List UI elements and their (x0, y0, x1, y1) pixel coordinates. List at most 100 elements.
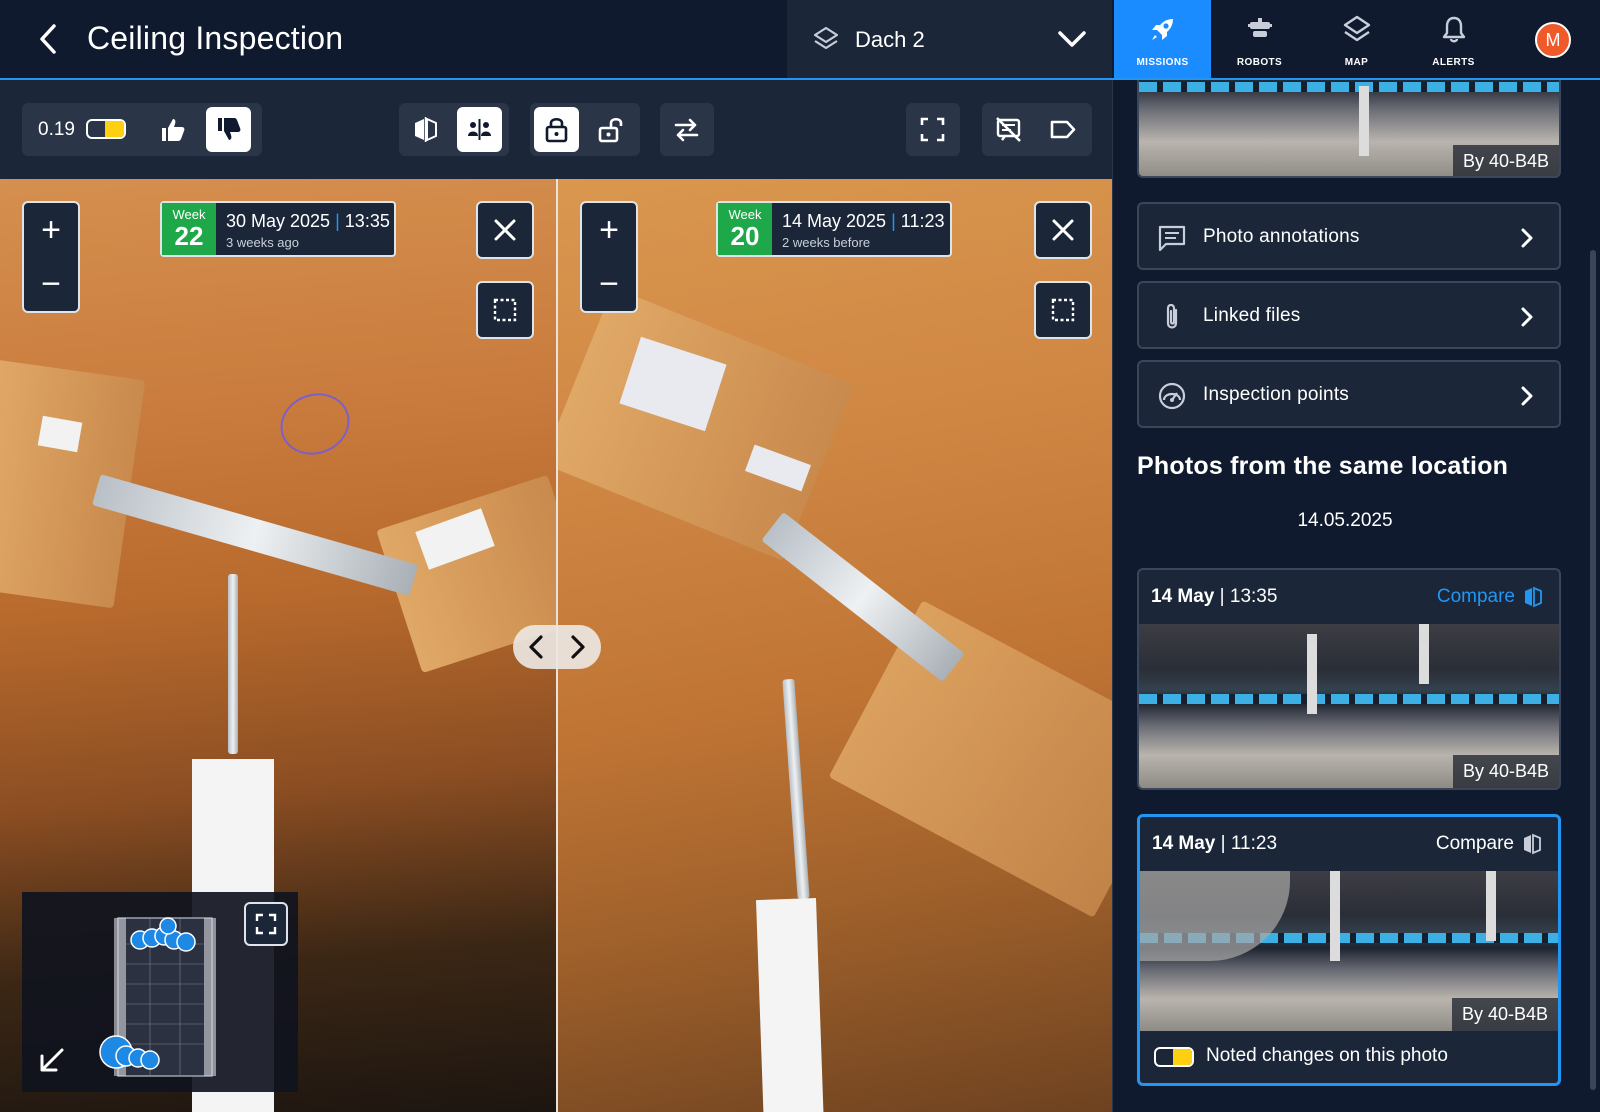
chevron-right-icon (571, 635, 585, 659)
photo-date-badge-right: Week 20 14 May 2025 | 11:23 2 weeks befo… (716, 201, 952, 257)
back-arrow-icon[interactable] (36, 22, 60, 56)
noted-changes-toggle[interactable] (86, 119, 126, 139)
close-right-button[interactable] (1034, 201, 1092, 259)
floor-minimap[interactable] (22, 892, 298, 1092)
hanger-rod (228, 574, 238, 754)
threaded-rod (761, 512, 965, 682)
date-group-label: 14.05.2025 (1297, 510, 1393, 531)
photo-card-datetime: 14 May | 13:35 (1151, 586, 1278, 607)
photo-thumbnail: By 40-B4B (1140, 871, 1558, 1031)
tag-button[interactable] (1040, 107, 1085, 152)
nav-robots[interactable]: ROBOTS (1211, 0, 1308, 78)
week-label: Week (172, 207, 206, 222)
swap-photos-button[interactable] (664, 107, 709, 152)
photo-card-selected[interactable]: 14 May | 11:23 Compare By 40-B4B Noted c… (1137, 814, 1561, 1086)
photo-date-badge-left: Week 22 30 May 2025 | 13:35 3 weeks ago (160, 201, 396, 257)
section-title: Photos from the same location (1137, 452, 1509, 480)
relative-time: 3 weeks ago (226, 235, 299, 250)
floor-plan-map (99, 917, 216, 1077)
details-sidebar: By 40-B4B Photo annotations Linked files… (1112, 80, 1600, 1112)
menu-label: Inspection points (1203, 384, 1349, 405)
thumbs-up-button[interactable] (150, 107, 195, 152)
thumbs-down-button[interactable] (206, 107, 251, 152)
menu-label: Linked files (1203, 305, 1301, 326)
zoom-in-button[interactable]: + (24, 203, 78, 257)
zoom-out-button[interactable]: − (582, 257, 636, 311)
photo-viewer-right[interactable]: + − Week 20 14 May 2025 | 11:23 2 weeks … (558, 179, 1112, 1112)
photo-card[interactable]: 14 May | 13:35 Compare By 40-B4B (1137, 568, 1561, 790)
sync-lock-group (530, 103, 640, 156)
marker-drawing (271, 383, 359, 465)
linked-files-button[interactable]: Linked files (1137, 281, 1561, 349)
hanging-panel (756, 898, 824, 1112)
fullscreen-button[interactable] (910, 107, 955, 152)
unlock-sync-button[interactable] (588, 107, 633, 152)
nav-label: ALERTS (1432, 57, 1475, 68)
wooden-block (828, 600, 1112, 918)
annotation-tools-group (982, 103, 1092, 156)
split-view-icon (1524, 833, 1541, 855)
view-mode-group (399, 103, 509, 156)
bell-icon (1442, 16, 1466, 43)
sidebar-scrollbar[interactable] (1590, 250, 1596, 1090)
photo-annotations-button[interactable]: Photo annotations (1137, 202, 1561, 270)
layers-icon (813, 26, 839, 50)
lock-sync-button[interactable] (534, 107, 579, 152)
fullscreen-icon (920, 117, 945, 142)
menu-label: Photo annotations (1203, 226, 1360, 247)
swipe-handle[interactable] (513, 625, 601, 669)
swap-icon (674, 118, 699, 142)
floor-dropdown[interactable]: Dach 2 (787, 0, 1112, 78)
nav-label: MAP (1344, 57, 1369, 68)
chevron-down-icon (1058, 31, 1086, 47)
zoom-in-button[interactable]: + (582, 203, 636, 257)
compare-button[interactable]: Compare (1436, 833, 1542, 855)
inspection-points-button[interactable]: Inspection points (1137, 360, 1561, 428)
expand-map-button[interactable] (244, 902, 288, 946)
top-bar: Ceiling Inspection Dach 2 MISSIONS ROBOT… (0, 0, 1600, 80)
current-photo-thumbnail[interactable]: By 40-B4B (1137, 80, 1561, 178)
zoom-out-button[interactable]: − (24, 257, 78, 311)
noted-changes-label: Noted changes on this photo (1206, 1045, 1448, 1066)
user-avatar[interactable]: M (1535, 22, 1571, 58)
week-badge: Week 20 (718, 203, 772, 255)
select-area-right-button[interactable] (1034, 281, 1092, 339)
hide-annotations-button[interactable] (986, 107, 1031, 152)
photo-thumbnail: By 40-B4B (1139, 80, 1559, 176)
split-compare-button[interactable] (403, 107, 448, 152)
relative-time: 2 weeks before (782, 235, 871, 250)
week-number: 22 (174, 221, 204, 251)
chevron-right-icon (1521, 386, 1533, 406)
fullscreen-group (906, 103, 960, 156)
nav-label: MISSIONS (1136, 57, 1189, 68)
lock-icon (545, 117, 568, 143)
zoom-control-right: + − (580, 201, 638, 313)
nav-map[interactable]: MAP (1308, 0, 1405, 78)
compare-button[interactable]: Compare (1437, 586, 1543, 608)
split-view-icon (415, 117, 437, 142)
noted-changes-toggle[interactable] (1154, 1047, 1194, 1067)
layers-icon (1343, 15, 1371, 42)
unlock-icon (598, 117, 623, 143)
similarity-score: 0.19 (38, 119, 75, 140)
tag-icon (1050, 120, 1076, 139)
week-badge: Week 22 (162, 203, 216, 255)
collapse-arrow-icon[interactable] (34, 1042, 70, 1078)
chevron-right-icon (1521, 228, 1533, 248)
side-by-side-button[interactable] (457, 107, 502, 152)
comment-icon (1158, 225, 1186, 252)
expand-icon (255, 913, 277, 935)
rocket-icon (1152, 19, 1173, 40)
close-left-button[interactable] (476, 201, 534, 259)
swap-group (660, 103, 714, 156)
select-area-left-button[interactable] (476, 281, 534, 339)
nav-missions[interactable]: MISSIONS (1114, 0, 1211, 78)
threaded-rod (91, 474, 419, 596)
hanger-rod (782, 678, 810, 900)
nav-alerts[interactable]: ALERTS (1405, 0, 1502, 78)
week-label: Week (728, 207, 762, 222)
photo-datetime: 30 May 2025 | 13:35 (226, 211, 390, 231)
viewer-toolbar: 0.19 (0, 80, 1112, 179)
side-by-side-icon (468, 119, 491, 140)
photo-datetime: 14 May 2025 | 11:23 (782, 211, 945, 231)
